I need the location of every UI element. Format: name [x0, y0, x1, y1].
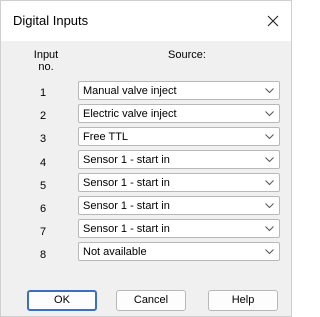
input-number-1: 1: [39, 87, 47, 99]
input-number-5: 5: [39, 180, 47, 192]
chevron-down-icon: [265, 179, 274, 186]
source-select-1[interactable]: Manual valve inject: [78, 81, 280, 100]
window-title: Digital Inputs: [13, 13, 89, 28]
chevron-down-icon: [265, 87, 274, 94]
title-bar: Digital Inputs: [1, 1, 291, 41]
ok-button[interactable]: OK: [27, 290, 97, 311]
close-button[interactable]: [259, 7, 287, 35]
help-button[interactable]: Help: [208, 290, 278, 311]
input-number-header: Input no.: [23, 49, 69, 73]
source-select-2[interactable]: Electric valve inject: [78, 104, 280, 123]
chevron-down-icon: [265, 133, 274, 140]
chevron-down-icon: [265, 248, 274, 255]
chevron-down-icon: [265, 156, 274, 163]
source-select-5-value: Sensor 1 - start in: [83, 177, 170, 189]
cancel-button[interactable]: Cancel: [116, 290, 186, 311]
input-number-header-line1: Input: [33, 49, 59, 61]
source-select-5[interactable]: Sensor 1 - start in: [78, 173, 280, 192]
source-select-4[interactable]: Sensor 1 - start in: [78, 150, 280, 169]
source-select-7-value: Sensor 1 - start in: [83, 223, 170, 235]
source-select-3-value: Free TTL: [83, 131, 129, 143]
digital-inputs-dialog: Digital Inputs Input no. Source: 1 Manua…: [0, 0, 292, 317]
input-number-3: 3: [39, 133, 47, 145]
source-select-7[interactable]: Sensor 1 - start in: [78, 219, 280, 238]
source-select-8[interactable]: Not available: [78, 242, 280, 261]
source-select-2-value: Electric valve inject: [83, 108, 177, 120]
chevron-down-icon: [265, 225, 274, 232]
source-select-4-value: Sensor 1 - start in: [83, 154, 170, 166]
input-number-8: 8: [39, 249, 47, 261]
source-select-6[interactable]: Sensor 1 - start in: [78, 196, 280, 215]
close-icon: [267, 15, 279, 27]
input-number-4: 4: [39, 157, 47, 169]
source-select-3[interactable]: Free TTL: [78, 127, 280, 146]
chevron-down-icon: [265, 202, 274, 209]
input-number-6: 6: [39, 203, 47, 215]
input-number-7: 7: [39, 226, 47, 238]
input-number-2: 2: [39, 110, 47, 122]
source-select-6-value: Sensor 1 - start in: [83, 200, 170, 212]
source-select-8-value: Not available: [83, 246, 147, 258]
input-number-header-line2: no.: [38, 61, 54, 73]
source-select-1-value: Manual valve inject: [83, 85, 177, 97]
chevron-down-icon: [265, 110, 274, 117]
source-header: Source:: [168, 49, 206, 61]
